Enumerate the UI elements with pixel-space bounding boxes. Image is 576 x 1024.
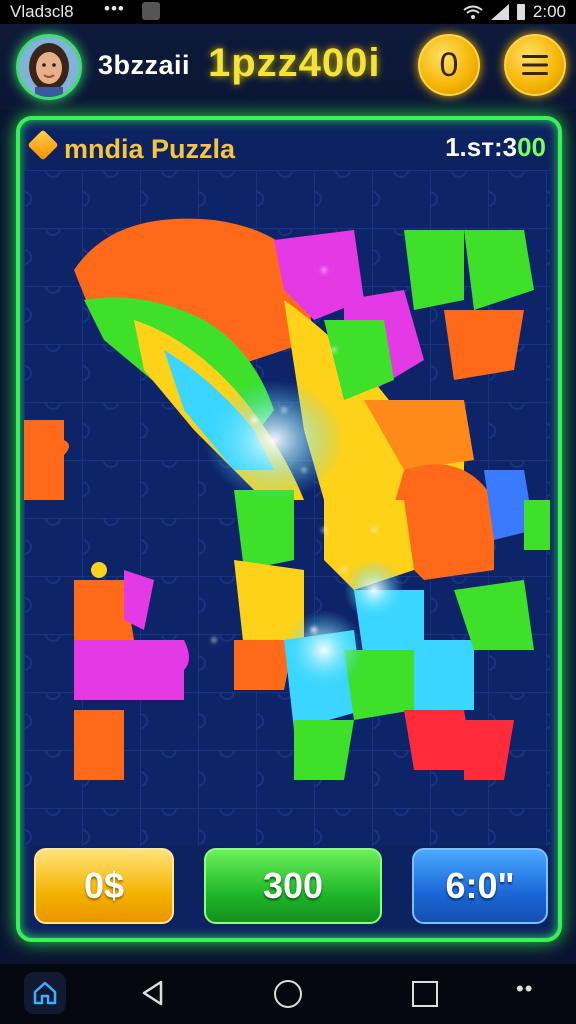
avatar-portrait (19, 37, 79, 97)
recents-square-icon[interactable] (412, 981, 438, 1007)
coin-button[interactable]: 0 (418, 34, 480, 96)
sparkle-glow (344, 560, 404, 620)
home-circle-icon[interactable] (274, 980, 302, 1008)
sparkle-glow (284, 610, 364, 690)
score-readout-suffix: 00 (517, 132, 546, 162)
status-time: 2:00 (532, 2, 566, 21)
puzzle-board[interactable] (24, 170, 550, 846)
system-nav-bar: •• (0, 964, 576, 1024)
diamond-icon (27, 129, 59, 161)
game-title-main: 1pzz400i (208, 41, 381, 85)
timer-button[interactable]: 6:0" (412, 848, 548, 924)
nav-home-button[interactable] (24, 972, 66, 1014)
puzzle-board-frame: mndia Puzzla 1.sт:300 (16, 116, 562, 942)
battery-icon (516, 4, 525, 20)
player-avatar[interactable] (16, 34, 82, 100)
puzzle-piece[interactable] (74, 710, 124, 780)
wifi-icon (463, 5, 483, 19)
status-left-text: Vlаdзcl8 (10, 2, 74, 21)
score-readout-prefix: 1.sт:3 (445, 132, 518, 162)
score-button[interactable]: 300 (204, 848, 382, 924)
hamburger-icon (522, 55, 548, 75)
score-readout: 1.sт:300 (445, 132, 546, 163)
notification-dots: ••• (104, 0, 125, 18)
home-icon (33, 981, 57, 1005)
coins-button[interactable]: 0$ (34, 848, 174, 924)
more-dots-icon[interactable]: •• (516, 976, 533, 1002)
game-header: 3bzzaii 1pzz400i 0 (0, 24, 576, 110)
puzzle-title: mndia Puzzla (64, 134, 236, 164)
puzzle-piece[interactable] (24, 420, 69, 500)
menu-button[interactable] (504, 34, 566, 96)
game-title-prefix: 3bzzaii (98, 50, 191, 80)
app-notification-icon (142, 2, 160, 20)
status-right: 2:00 (463, 2, 566, 22)
back-triangle-icon[interactable] (141, 980, 165, 1006)
status-bar: Vlаdзcl8 ••• 2:00 (0, 0, 576, 24)
puzzle-piece[interactable] (134, 640, 189, 700)
signal-icon (490, 4, 509, 20)
puzzle-piece[interactable] (74, 640, 134, 700)
sparkle-glow (204, 380, 344, 500)
